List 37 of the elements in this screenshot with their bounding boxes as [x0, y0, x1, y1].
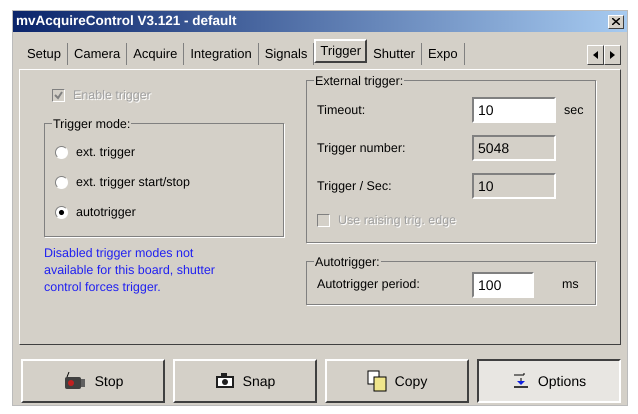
- triangle-left-icon: [593, 51, 598, 59]
- tab[interactable]: Setup: [21, 43, 68, 65]
- tab[interactable]: Integration: [184, 43, 259, 65]
- scroll-right-button[interactable]: [604, 45, 621, 65]
- field-label: Timeout:: [317, 102, 366, 119]
- triangle-right-icon: [610, 51, 615, 59]
- input-field[interactable]: 10: [472, 97, 556, 123]
- options-button[interactable]: Options: [477, 359, 621, 403]
- input-field[interactable]: 100: [472, 272, 534, 298]
- radio-label: ext. trigger start/stop: [76, 174, 190, 192]
- stop-icon: [62, 371, 87, 391]
- tab[interactable]: Expo: [422, 43, 465, 65]
- snap-button[interactable]: Snap: [173, 359, 317, 403]
- copy-button[interactable]: Copy: [325, 359, 469, 403]
- window-title: mvAcquireControl V3.121 - default: [16, 12, 237, 30]
- scroll-left-button[interactable]: [587, 45, 604, 65]
- field-label: Autotrigger period:: [317, 276, 421, 294]
- tab[interactable]: Shutter: [367, 43, 422, 65]
- field-label: Trigger number:: [317, 140, 406, 157]
- camera-icon: [214, 373, 235, 389]
- unit-label: ms: [562, 276, 579, 294]
- tab[interactable]: Camera: [68, 43, 128, 65]
- close-button[interactable]: [608, 14, 624, 28]
- field-label: Trigger / Sec:: [317, 178, 393, 195]
- radio-button[interactable]: [55, 206, 68, 220]
- radio-button[interactable]: [55, 146, 68, 160]
- copy-icon: [366, 370, 387, 392]
- options-icon: [512, 373, 530, 389]
- radio-label: autotrigger: [76, 204, 136, 222]
- radio-button[interactable]: [55, 176, 68, 190]
- tab[interactable]: Trigger: [314, 39, 368, 63]
- close-icon: [612, 18, 620, 25]
- note-text: Disabled trigger modes not available for this board, shutter control forces trigger.: [44, 244, 216, 296]
- tab[interactable]: Acquire: [127, 43, 184, 65]
- radio-label: ext. trigger: [76, 144, 136, 162]
- unit-label: sec: [564, 102, 584, 119]
- stop-button[interactable]: Stop: [21, 359, 165, 403]
